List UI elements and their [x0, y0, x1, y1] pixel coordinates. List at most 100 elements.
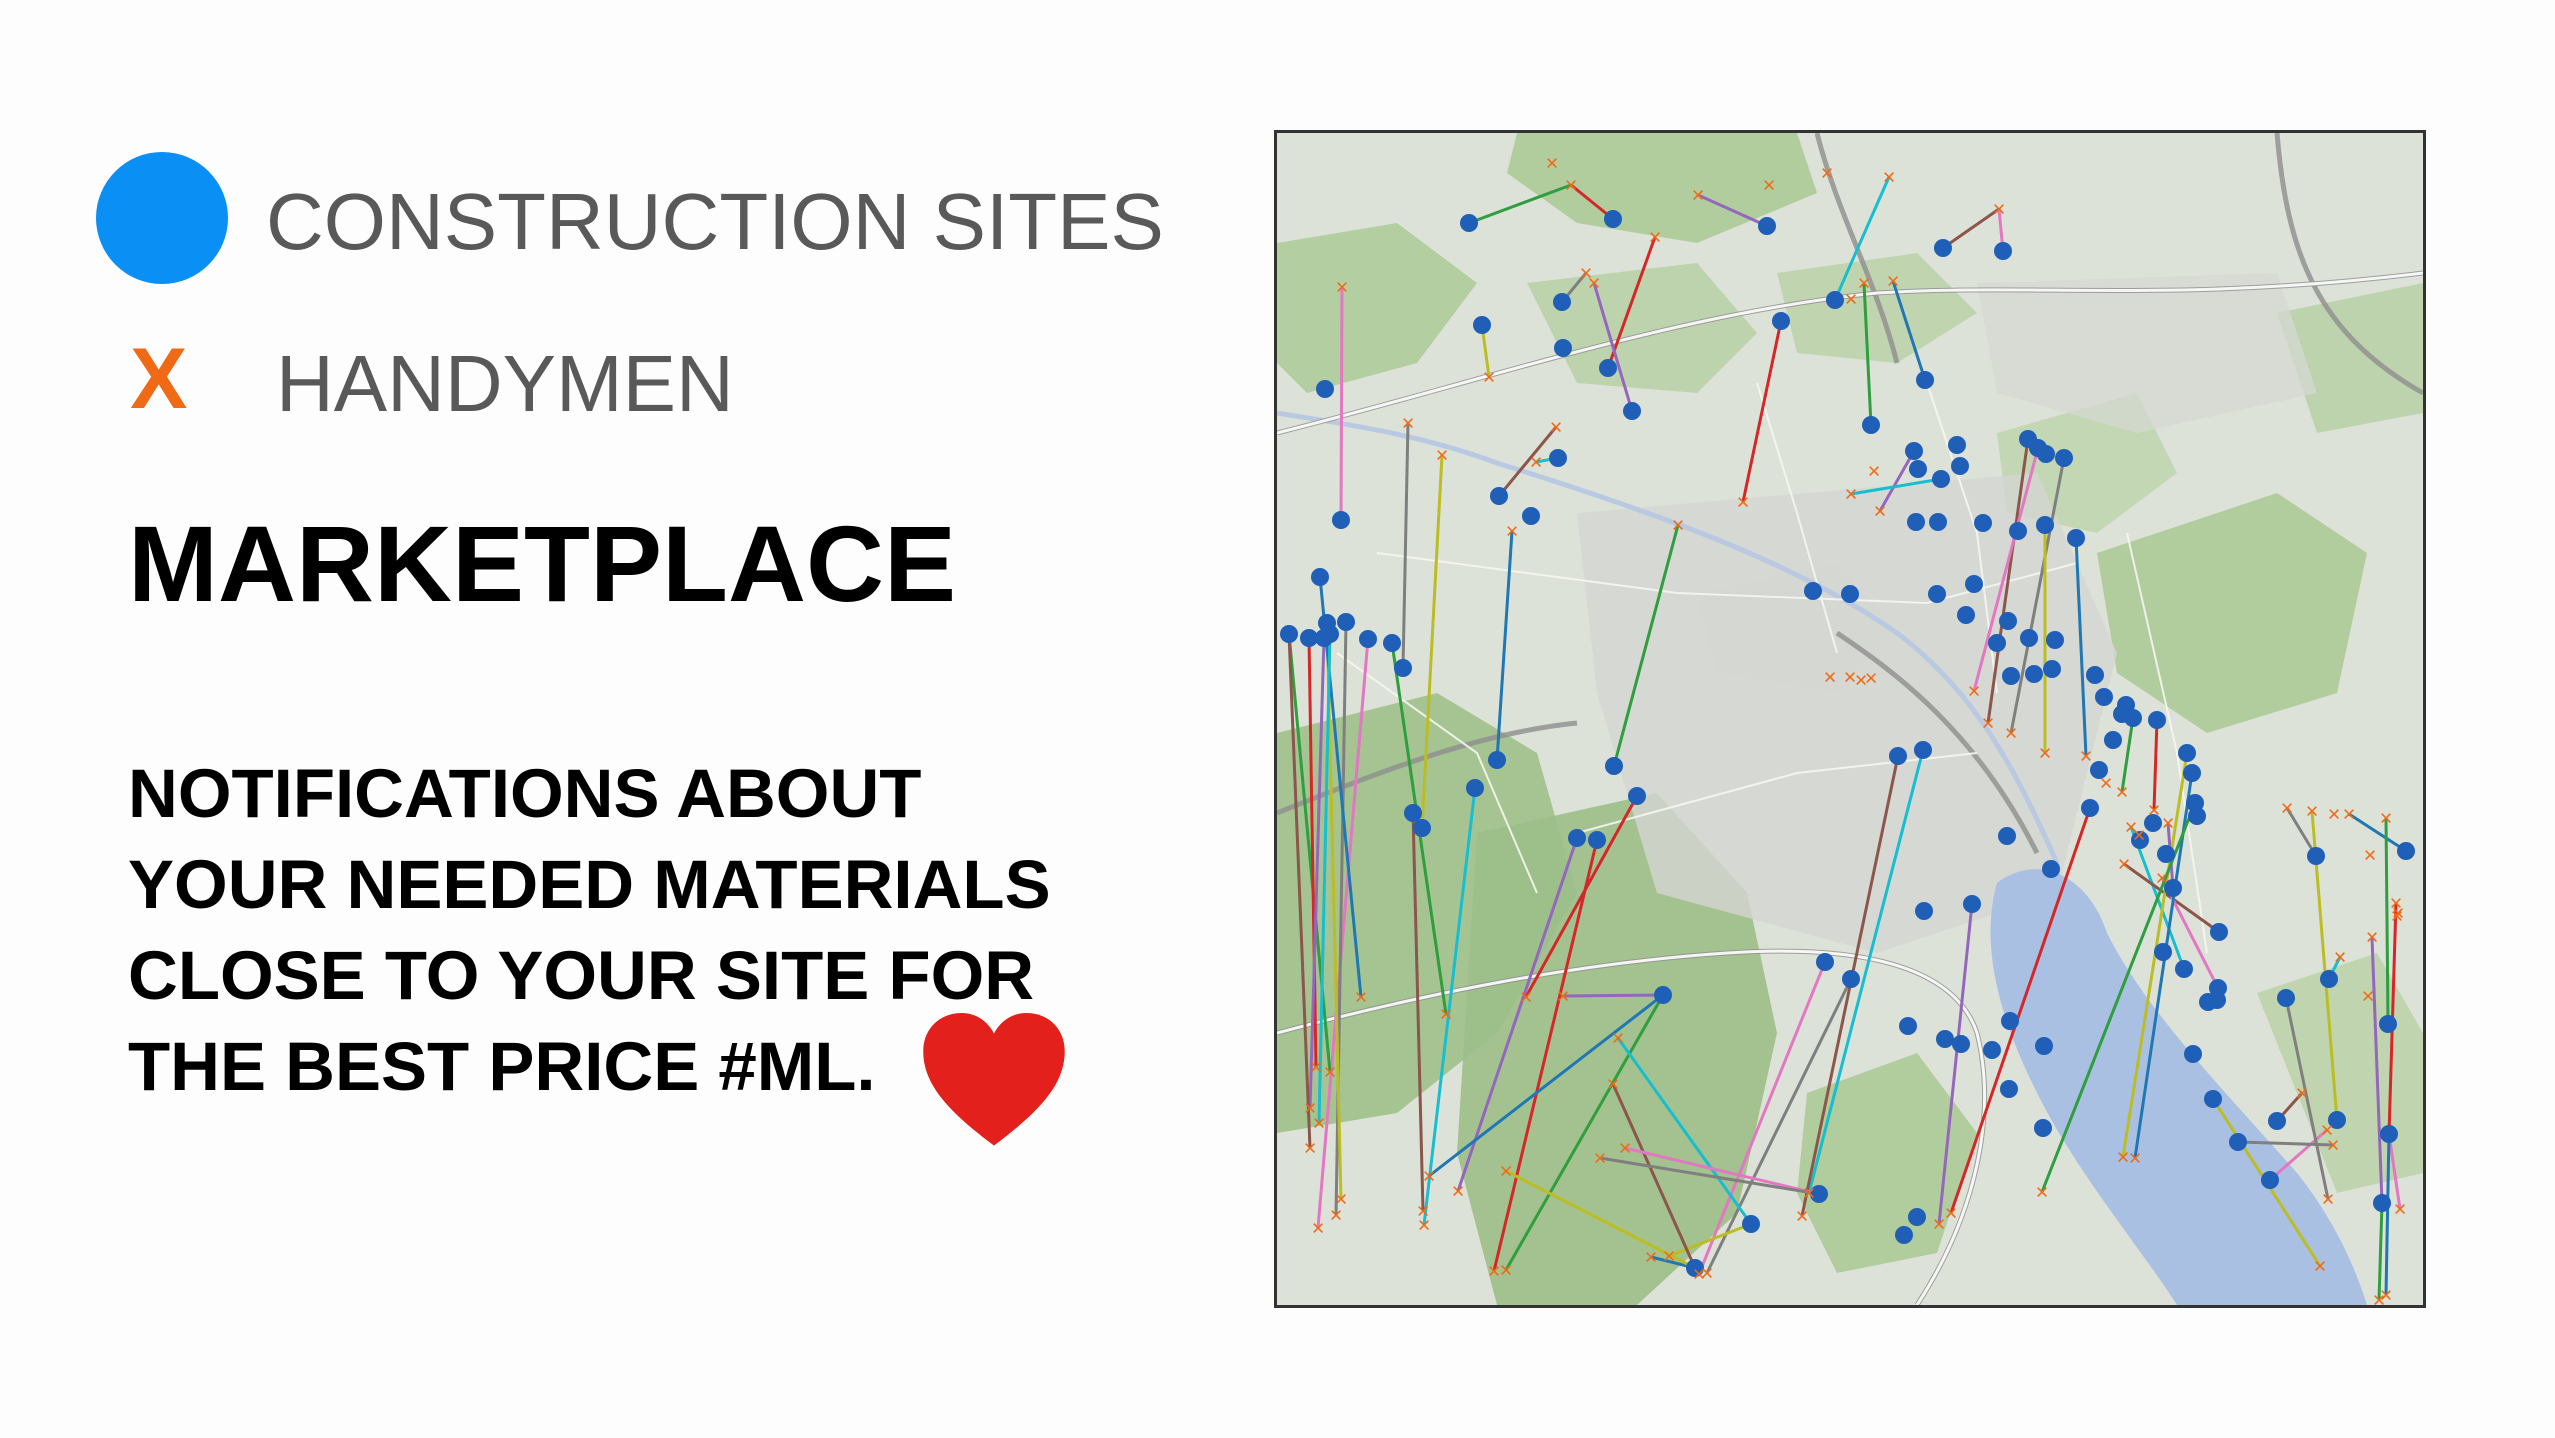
handyman-marker[interactable]: ×: [2036, 1180, 2049, 1205]
construction-site-marker[interactable]: [2175, 960, 2193, 978]
handyman-marker[interactable]: ×: [2373, 1288, 2386, 1306]
construction-site-marker[interactable]: [2034, 1119, 2052, 1137]
construction-site-marker[interactable]: [1816, 953, 1834, 971]
construction-site-marker[interactable]: [1932, 470, 1950, 488]
handyman-marker[interactable]: ×: [1619, 1136, 1632, 1161]
handyman-marker[interactable]: ×: [1845, 482, 1858, 507]
construction-site-marker[interactable]: [2055, 449, 2073, 467]
construction-site-marker[interactable]: [1394, 659, 1412, 677]
construction-site-marker[interactable]: [1842, 970, 1860, 988]
handyman-marker[interactable]: ×: [1336, 275, 1349, 300]
construction-site-marker[interactable]: [1907, 513, 1925, 531]
construction-site-marker[interactable]: [1599, 359, 1617, 377]
construction-site-marker[interactable]: [2009, 522, 2027, 540]
construction-site-marker[interactable]: [1983, 1041, 2001, 1059]
construction-site-marker[interactable]: [1804, 582, 1822, 600]
handyman-marker[interactable]: ×: [1803, 1181, 1816, 1206]
handyman-marker[interactable]: ×: [2148, 798, 2161, 823]
construction-site-marker[interactable]: [1841, 585, 1859, 603]
construction-site-marker[interactable]: [2042, 860, 2060, 878]
construction-site-marker[interactable]: [1466, 779, 1484, 797]
construction-site-marker[interactable]: [1929, 513, 1947, 531]
construction-site-marker[interactable]: [1316, 380, 1334, 398]
handyman-marker[interactable]: ×: [2039, 741, 2052, 766]
construction-site-marker[interactable]: [2037, 445, 2055, 463]
handyman-marker[interactable]: ×: [1645, 1245, 1658, 1270]
handyman-marker[interactable]: ×: [1649, 225, 1662, 250]
handyman-marker[interactable]: ×: [2327, 1133, 2340, 1158]
handyman-marker[interactable]: ×: [2343, 802, 2356, 827]
construction-site-marker[interactable]: [1895, 1226, 1913, 1244]
construction-site-marker[interactable]: [2183, 764, 2201, 782]
handyman-marker[interactable]: ×: [2334, 945, 2347, 970]
handyman-marker[interactable]: ×: [1821, 161, 1834, 186]
handyman-marker[interactable]: ×: [2162, 811, 2175, 836]
construction-site-marker[interactable]: [2397, 842, 2415, 860]
construction-site-marker[interactable]: [2157, 845, 2175, 863]
construction-site-marker[interactable]: [2002, 667, 2020, 685]
handyman-marker[interactable]: ×: [1355, 985, 1368, 1010]
construction-site-marker[interactable]: [2268, 1112, 2286, 1130]
handyman-marker[interactable]: ×: [1701, 1261, 1714, 1286]
handyman-marker[interactable]: ×: [1520, 985, 1533, 1010]
handyman-marker[interactable]: ×: [1402, 411, 1415, 436]
handyman-marker[interactable]: ×: [1304, 1136, 1317, 1161]
handyman-marker[interactable]: ×: [1663, 1244, 1676, 1269]
handyman-marker[interactable]: ×: [1588, 271, 1601, 296]
handyman-marker[interactable]: ×: [2391, 904, 2404, 929]
construction-site-marker[interactable]: [2117, 696, 2135, 714]
construction-site-marker[interactable]: [2046, 631, 2064, 649]
construction-site-marker[interactable]: [1952, 1035, 1970, 1053]
construction-site-marker[interactable]: [2380, 1125, 2398, 1143]
handyman-marker[interactable]: ×: [1945, 1201, 1958, 1226]
handyman-marker[interactable]: ×: [1440, 1002, 1453, 1027]
construction-site-marker[interactable]: [1588, 831, 1606, 849]
construction-site-marker[interactable]: [1604, 210, 1622, 228]
construction-site-marker[interactable]: [1965, 575, 1983, 593]
construction-site-marker[interactable]: [1951, 457, 1969, 475]
construction-site-marker[interactable]: [2320, 970, 2338, 988]
handyman-marker[interactable]: ×: [1313, 1111, 1326, 1136]
construction-site-marker[interactable]: [1862, 416, 1880, 434]
handyman-marker[interactable]: ×: [1858, 271, 1871, 296]
handyman-marker[interactable]: ×: [1594, 1146, 1607, 1171]
construction-site-marker[interactable]: [1337, 613, 1355, 631]
construction-site-marker[interactable]: [1628, 787, 1646, 805]
handyman-marker[interactable]: ×: [2380, 806, 2393, 831]
construction-site-marker[interactable]: [1963, 895, 1981, 913]
construction-site-marker[interactable]: [1568, 829, 1586, 847]
construction-site-marker[interactable]: [1742, 1215, 1760, 1233]
construction-site-marker[interactable]: [2148, 711, 2166, 729]
handyman-marker[interactable]: ×: [1500, 1258, 1513, 1283]
handyman-marker[interactable]: ×: [1483, 365, 1496, 390]
handyman-marker[interactable]: ×: [1500, 1159, 1513, 1184]
handyman-marker[interactable]: ×: [2328, 802, 2341, 827]
handyman-marker[interactable]: ×: [1612, 1026, 1625, 1051]
handyman-marker[interactable]: ×: [2362, 984, 2375, 1009]
construction-site-marker[interactable]: [2001, 1012, 2019, 1030]
handyman-marker[interactable]: ×: [2005, 721, 2018, 746]
handyman-marker[interactable]: ×: [1452, 1179, 1465, 1204]
construction-site-marker[interactable]: [1554, 339, 1572, 357]
construction-site-marker[interactable]: [1936, 1030, 1954, 1048]
handyman-marker[interactable]: ×: [1607, 1072, 1620, 1097]
handyman-marker[interactable]: ×: [2133, 823, 2146, 848]
handyman-marker[interactable]: ×: [2100, 771, 2113, 796]
handyman-marker[interactable]: ×: [1874, 499, 1887, 524]
handyman-marker[interactable]: ×: [1993, 197, 2006, 222]
construction-site-marker[interactable]: [1321, 625, 1339, 643]
construction-site-marker[interactable]: [1916, 371, 1934, 389]
construction-site-marker[interactable]: [1899, 1017, 1917, 1035]
construction-site-marker[interactable]: [1948, 436, 1966, 454]
construction-site-marker[interactable]: [1460, 214, 1478, 232]
handyman-marker[interactable]: ×: [2281, 796, 2294, 821]
construction-site-marker[interactable]: [2184, 1045, 2202, 1063]
construction-site-marker[interactable]: [1488, 751, 1506, 769]
handyman-marker[interactable]: ×: [2117, 1145, 2130, 1170]
handyman-marker[interactable]: ×: [2296, 1081, 2309, 1106]
handyman-marker[interactable]: ×: [1550, 415, 1563, 440]
construction-site-marker[interactable]: [2178, 744, 2196, 762]
construction-site-marker[interactable]: [1914, 741, 1932, 759]
handyman-marker[interactable]: ×: [1530, 450, 1543, 475]
construction-site-marker[interactable]: [1826, 291, 1844, 309]
